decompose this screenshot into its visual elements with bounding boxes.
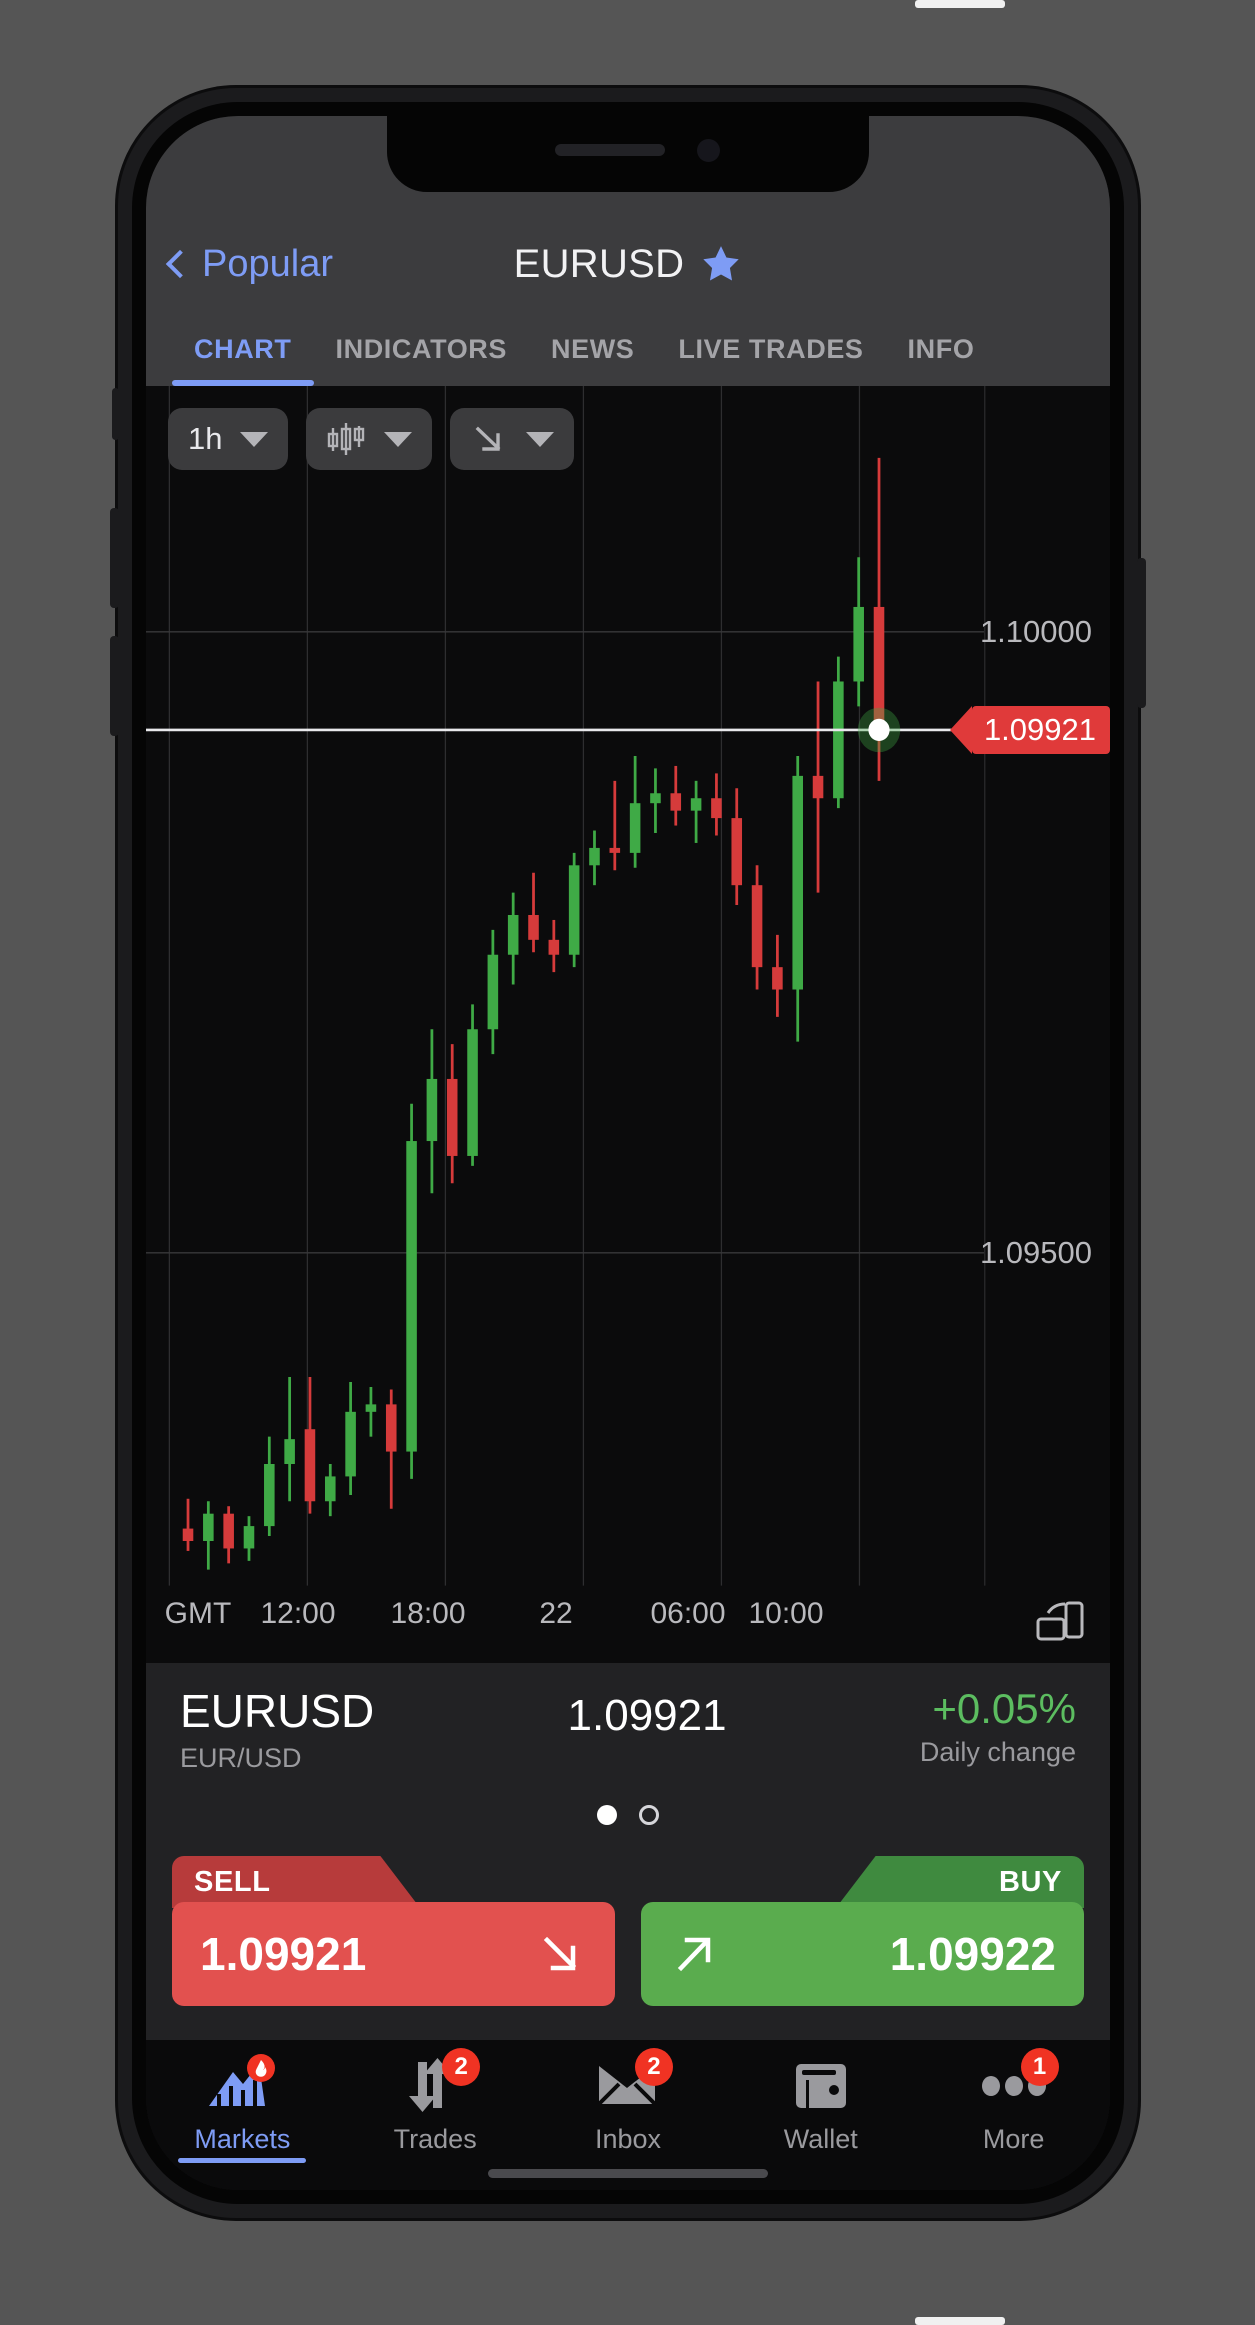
timezone-label: GMT bbox=[164, 1597, 232, 1631]
star-icon[interactable] bbox=[700, 243, 742, 285]
buy-flap: BUY bbox=[835, 1856, 1084, 1908]
tab-chart-label: CHART bbox=[194, 333, 292, 364]
price-axis-tick-1: 1.10000 bbox=[979, 613, 1092, 649]
quote-subtitle: EUR/USD bbox=[180, 1743, 302, 1773]
quote-change: +0.05% bbox=[932, 1685, 1076, 1733]
sell-price: 1.09921 bbox=[200, 1928, 367, 1980]
volume-up-button[interactable] bbox=[110, 508, 119, 608]
nav-item-inbox[interactable]: 2 Inbox bbox=[532, 2048, 725, 2155]
quote-change-label: Daily change bbox=[919, 1737, 1076, 1768]
screen-edge-strip-bottom bbox=[915, 2317, 1005, 2325]
chevron-down-icon bbox=[240, 431, 269, 447]
inbox-icon-wrap: 2 bbox=[589, 2048, 673, 2116]
device-notch bbox=[387, 116, 869, 192]
navigation-bar: Popular EURUSD bbox=[146, 216, 1110, 312]
chart-panel[interactable]: 1h 1.10000 1.09500 1.09921 GMT 12:00 18:… bbox=[146, 386, 1110, 1664]
front-camera bbox=[697, 139, 720, 162]
page-dot-inactive[interactable] bbox=[639, 1805, 659, 1825]
tab-indicators-label: INDICATORS bbox=[335, 333, 508, 364]
nav-item-markets[interactable]: Markets bbox=[146, 2054, 339, 2163]
sell-flap: SELL bbox=[172, 1856, 421, 1908]
arrow-up-right-icon bbox=[677, 1937, 711, 1972]
rotate-device-icon[interactable] bbox=[1034, 1595, 1086, 1647]
timeframe-selector[interactable]: 1h bbox=[168, 408, 289, 470]
page-indicator[interactable] bbox=[180, 1774, 1076, 1856]
trading-app: Popular EURUSD CHART INDICATORS NEWS LIV… bbox=[146, 116, 1110, 2190]
tab-live-trades[interactable]: LIVE TRADES bbox=[656, 312, 885, 386]
wallet-icon bbox=[795, 2064, 846, 2108]
trade-buttons: SELL 1.09921 BUY 1.09922 bbox=[146, 1856, 1110, 2040]
quote-panel: EURUSD EUR/USD 1.09921 +0.05% Daily chan… bbox=[146, 1663, 1110, 1856]
tab-news[interactable]: NEWS bbox=[529, 312, 656, 386]
chevron-down-icon bbox=[384, 431, 413, 447]
price-axis-tick-2: 1.09500 bbox=[979, 1234, 1092, 1270]
arrow-down-right-icon bbox=[476, 426, 501, 451]
sell-label: SELL bbox=[194, 1865, 271, 1898]
back-button[interactable]: Popular bbox=[165, 242, 333, 286]
badge-inbox: 2 bbox=[634, 2048, 673, 2086]
tab-live-trades-label: LIVE TRADES bbox=[678, 333, 864, 364]
phone-screen: Popular EURUSD CHART INDICATORS NEWS LIV… bbox=[146, 116, 1110, 2190]
buy-price: 1.09922 bbox=[889, 1928, 1056, 1980]
tab-news-label: NEWS bbox=[551, 333, 635, 364]
time-tick-5: 10:00 bbox=[748, 1597, 824, 1631]
nav-label-wallet: Wallet bbox=[783, 2124, 858, 2154]
page-title: EURUSD bbox=[513, 241, 685, 286]
buy-button[interactable]: BUY 1.09922 bbox=[641, 1856, 1084, 2006]
quote-price: 1.09921 bbox=[567, 1691, 727, 1741]
badge-trades: 2 bbox=[442, 2048, 481, 2086]
time-tick-3: 22 bbox=[539, 1597, 573, 1631]
candlestick-chart[interactable] bbox=[146, 386, 1110, 1663]
time-tick-2: 18:00 bbox=[390, 1597, 466, 1631]
nav-label-markets: Markets bbox=[194, 2124, 291, 2154]
chart-toolbar: 1h bbox=[168, 408, 575, 470]
quote-symbol: EURUSD bbox=[180, 1685, 375, 1738]
tab-info[interactable]: INFO bbox=[886, 312, 997, 386]
nav-label-more: More bbox=[982, 2124, 1045, 2154]
timeframe-label: 1h bbox=[188, 421, 223, 456]
tab-info-label: INFO bbox=[907, 333, 975, 364]
phone-device: Popular EURUSD CHART INDICATORS NEWS LIV… bbox=[110, 88, 1146, 2218]
wallet-icon-wrap bbox=[782, 2054, 860, 2116]
drawing-tool-selector[interactable] bbox=[450, 408, 575, 470]
page-dot-active[interactable] bbox=[597, 1805, 617, 1825]
chevron-down-icon bbox=[526, 431, 555, 447]
earpiece-speaker bbox=[555, 144, 665, 156]
badge-more: 1 bbox=[1020, 2048, 1059, 2086]
time-tick-4: 06:00 bbox=[650, 1597, 726, 1631]
tab-indicators[interactable]: INDICATORS bbox=[314, 312, 530, 386]
nav-label-inbox: Inbox bbox=[594, 2124, 662, 2154]
candlestick-icon bbox=[328, 423, 365, 455]
arrow-down-right-icon bbox=[543, 1936, 577, 1971]
tab-chart[interactable]: CHART bbox=[172, 312, 314, 386]
screen-edge-strip-top bbox=[915, 0, 1005, 8]
trades-icon-wrap: 2 bbox=[396, 2048, 481, 2116]
current-price-tag: 1.09921 bbox=[949, 705, 1110, 754]
back-button-label: Popular bbox=[202, 242, 333, 285]
chevron-left-icon bbox=[165, 249, 195, 279]
mute-switch[interactable] bbox=[112, 388, 119, 440]
nav-label-trades: Trades bbox=[393, 2124, 477, 2154]
quote-symbol-group: EURUSD EUR/USD bbox=[180, 1687, 374, 1774]
buy-body: 1.09922 bbox=[641, 1902, 1084, 2006]
home-indicator[interactable] bbox=[488, 2169, 768, 2178]
volume-down-button[interactable] bbox=[110, 636, 119, 736]
nav-item-more[interactable]: 1 More bbox=[917, 2048, 1110, 2155]
nav-item-wallet[interactable]: Wallet bbox=[724, 2054, 917, 2155]
markets-icon-wrap bbox=[203, 2054, 281, 2116]
power-button[interactable] bbox=[1137, 558, 1146, 708]
bottom-navigation: Markets 2 Trades 2 Inbox Wallet 1 More bbox=[146, 2040, 1110, 2190]
sell-button[interactable]: SELL 1.09921 bbox=[172, 1856, 615, 2006]
quote-row: EURUSD EUR/USD 1.09921 +0.05% Daily chan… bbox=[180, 1687, 1076, 1774]
time-axis: GMT 12:00 18:00 22 06:00 10:00 bbox=[146, 1597, 1110, 1653]
chart-type-selector[interactable] bbox=[306, 408, 433, 470]
quote-change-group: +0.05% Daily change bbox=[920, 1687, 1076, 1768]
buy-label: BUY bbox=[998, 1865, 1062, 1898]
sell-body: 1.09921 bbox=[172, 1902, 615, 2006]
markets-flame-icon bbox=[209, 2054, 276, 2106]
time-tick-1: 12:00 bbox=[260, 1597, 336, 1631]
more-icon-wrap: 1 bbox=[975, 2048, 1059, 2116]
section-tabbar: CHART INDICATORS NEWS LIVE TRADES INFO bbox=[146, 312, 1110, 386]
nav-item-trades[interactable]: 2 Trades bbox=[339, 2048, 532, 2155]
